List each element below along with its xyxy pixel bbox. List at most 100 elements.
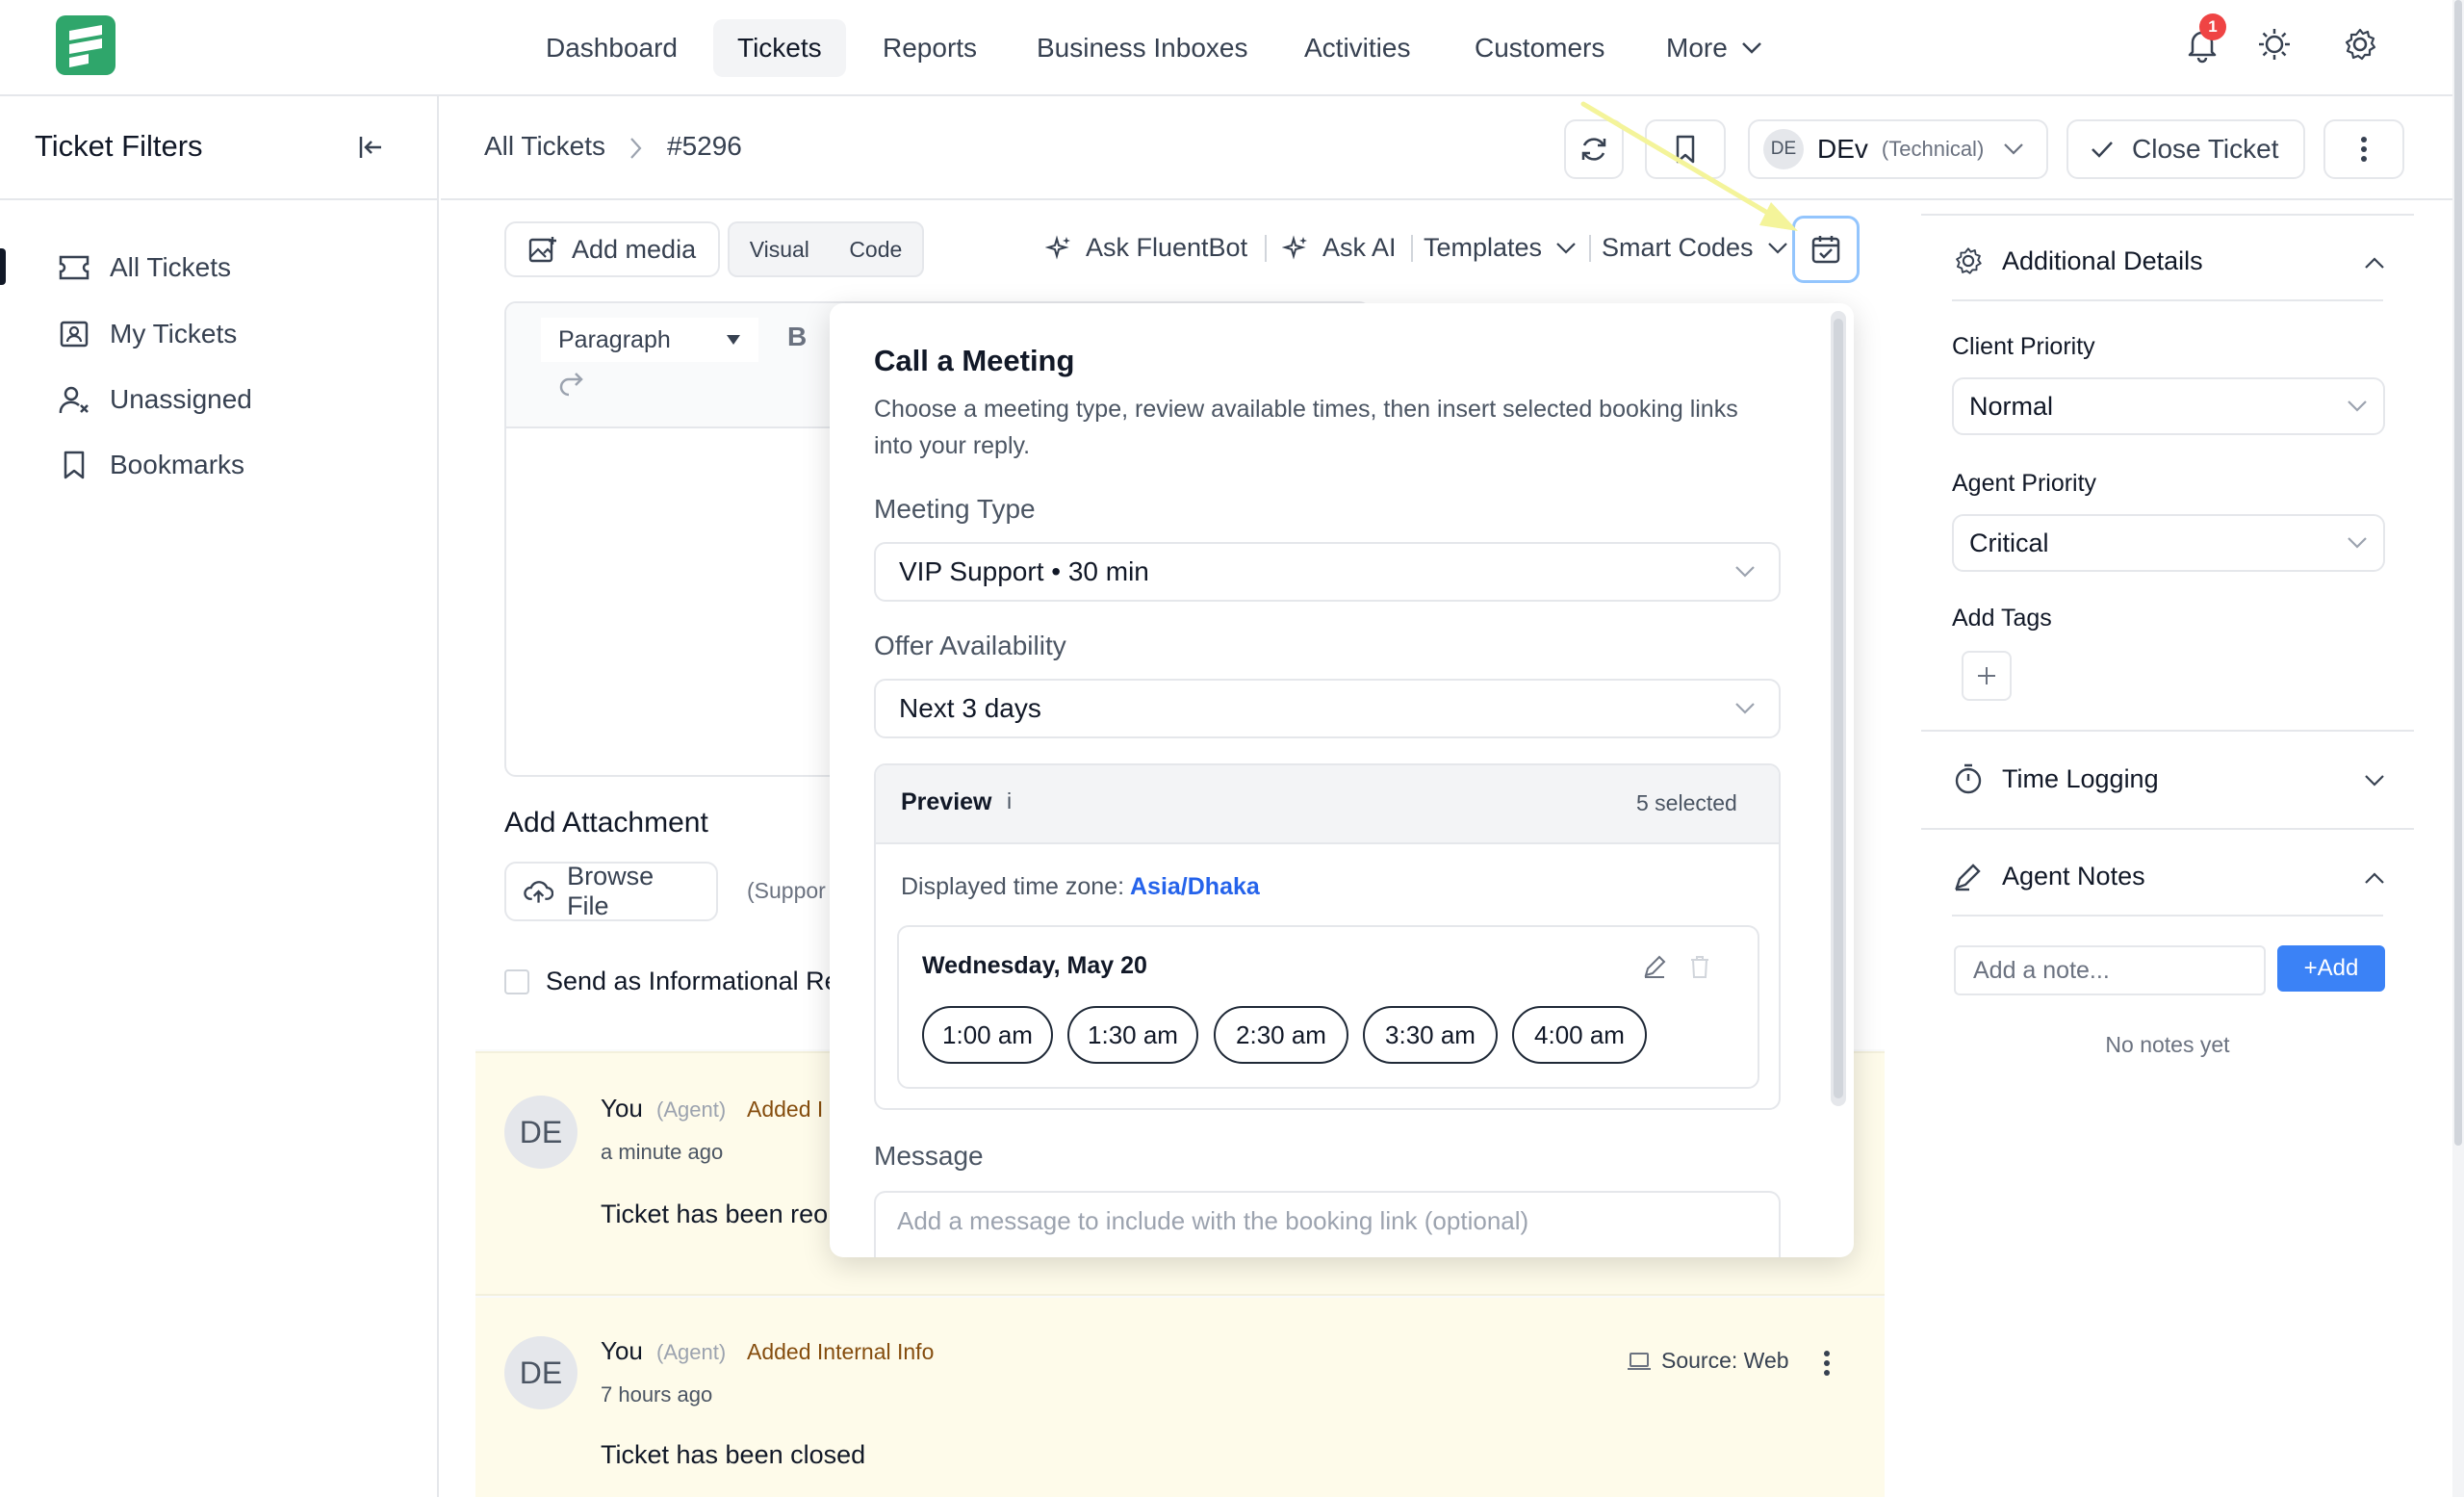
add-note-button[interactable]: +Add bbox=[2277, 945, 2385, 992]
chevron-up-icon[interactable] bbox=[2364, 256, 2385, 270]
sidebar-item-my-tickets[interactable]: My Tickets bbox=[58, 310, 237, 358]
activity-body: Ticket has been closed bbox=[601, 1440, 866, 1469]
agent-priority-value: Critical bbox=[1969, 528, 2049, 557]
chevron-up-icon[interactable] bbox=[2364, 871, 2385, 885]
ticket-filters-sidebar bbox=[0, 96, 439, 1497]
stopwatch-icon bbox=[1955, 763, 1982, 794]
ask-ai-label: Ask AI bbox=[1322, 233, 1397, 262]
sparkle-icon bbox=[1282, 234, 1307, 260]
activity-author: You bbox=[601, 1336, 643, 1365]
activity-action: Added I bbox=[747, 1097, 824, 1122]
sidebar-item-unassigned[interactable]: Unassigned bbox=[58, 375, 252, 424]
trash-icon bbox=[1691, 956, 1708, 978]
theme-toggle[interactable] bbox=[2255, 25, 2294, 64]
nav-customers[interactable]: Customers bbox=[1450, 19, 1629, 77]
delete-day-button[interactable] bbox=[1688, 954, 1711, 979]
scrollbar-thumb[interactable] bbox=[2454, 0, 2462, 1146]
gear-icon bbox=[2345, 28, 2376, 61]
meeting-type-select[interactable]: VIP Support • 30 min bbox=[874, 542, 1781, 602]
meeting-type-label: Meeting Type bbox=[874, 494, 1036, 524]
sun-icon bbox=[2259, 29, 2290, 60]
edit-day-button[interactable] bbox=[1642, 954, 1667, 979]
sidebar-item-label: Unassigned bbox=[110, 384, 252, 414]
divider bbox=[1952, 915, 2383, 916]
agent-priority-select[interactable]: Critical bbox=[1952, 514, 2385, 572]
ticket-icon bbox=[59, 255, 90, 280]
avatar: DE bbox=[504, 1096, 578, 1169]
info-icon[interactable]: i bbox=[1007, 788, 1012, 814]
collapse-sidebar-button[interactable] bbox=[356, 133, 385, 162]
sidebar-item-all-tickets[interactable]: All Tickets bbox=[58, 244, 231, 292]
bookmark-icon bbox=[64, 451, 85, 479]
page-scrollbar[interactable] bbox=[2452, 0, 2464, 1497]
scrollbar-thumb[interactable] bbox=[1834, 319, 1843, 1098]
gear-icon bbox=[1956, 247, 1982, 274]
breadcrumb-root[interactable]: All Tickets bbox=[484, 131, 605, 162]
time-slot[interactable]: 1:00 am bbox=[922, 1006, 1053, 1064]
popover-scrollbar[interactable] bbox=[1831, 311, 1846, 1106]
chevron-down-icon bbox=[1735, 703, 1755, 714]
agent-role: (Technical) bbox=[1881, 137, 1985, 161]
ask-fluentbot-button[interactable]: Ask FluentBot bbox=[1045, 233, 1247, 263]
agent-name: DEv bbox=[1817, 134, 1868, 164]
nav-tickets[interactable]: Tickets bbox=[713, 19, 846, 77]
nav-dashboard[interactable]: Dashboard bbox=[522, 19, 702, 77]
time-slot[interactable]: 3:30 am bbox=[1363, 1006, 1498, 1064]
templates-dropdown[interactable]: Templates bbox=[1424, 233, 1577, 263]
time-slot[interactable]: 4:00 am bbox=[1512, 1006, 1647, 1064]
nav-business-inboxes[interactable]: Business Inboxes bbox=[1013, 19, 1271, 77]
ask-ai-button[interactable]: Ask AI bbox=[1282, 233, 1397, 263]
nav-activities[interactable]: Activities bbox=[1280, 19, 1434, 77]
top-navigation: Dashboard Tickets Reports Business Inbox… bbox=[0, 0, 2464, 96]
nav-more[interactable]: More bbox=[1642, 19, 1786, 77]
client-priority-label: Client Priority bbox=[1952, 333, 2095, 360]
activity-role: (Agent) bbox=[656, 1340, 727, 1364]
redo-button[interactable] bbox=[556, 370, 587, 397]
informational-checkbox[interactable] bbox=[504, 969, 529, 994]
message-input[interactable]: Add a message to include with the bookin… bbox=[874, 1191, 1781, 1257]
additional-details-header[interactable]: Additional Details bbox=[1952, 245, 2203, 277]
bold-button[interactable]: B bbox=[787, 322, 807, 352]
chevron-right-icon bbox=[630, 138, 642, 159]
agent-notes-header[interactable]: Agent Notes bbox=[1952, 860, 2145, 892]
popover-description-1: Choose a meeting type, review available … bbox=[874, 396, 1738, 423]
add-media-button[interactable]: Add media bbox=[504, 221, 720, 277]
activity-time: 7 hours ago bbox=[601, 1382, 713, 1407]
time-slot[interactable]: 2:30 am bbox=[1214, 1006, 1348, 1064]
settings-button[interactable] bbox=[2341, 25, 2379, 64]
sidebar-item-bookmarks[interactable]: Bookmarks bbox=[58, 441, 244, 489]
client-priority-select[interactable]: Normal bbox=[1952, 377, 2385, 435]
toolbar-divider bbox=[1411, 235, 1413, 262]
app-logo[interactable] bbox=[56, 15, 116, 75]
upload-cloud-icon bbox=[524, 881, 554, 903]
user-ticket-icon bbox=[60, 321, 89, 348]
chevron-down-icon bbox=[2348, 400, 2367, 412]
paragraph-select[interactable]: Paragraph bbox=[541, 318, 758, 362]
details-panel: Additional Details Client Priority Norma… bbox=[1921, 200, 2414, 1103]
browse-file-button[interactable]: Browse File bbox=[504, 862, 718, 921]
sparkle-icon bbox=[1045, 234, 1070, 260]
close-ticket-button[interactable]: Close Ticket bbox=[2066, 119, 2305, 179]
day-label: Wednesday, May 20 bbox=[922, 952, 1147, 979]
timezone-value[interactable]: Asia/Dhaka bbox=[1130, 873, 1260, 901]
ask-fluentbot-label: Ask FluentBot bbox=[1086, 233, 1248, 262]
tab-visual[interactable]: Visual bbox=[750, 237, 809, 263]
activity-more-button[interactable] bbox=[1823, 1350, 1831, 1377]
add-attachment-title: Add Attachment bbox=[504, 807, 708, 839]
chevron-down-icon[interactable] bbox=[2364, 774, 2385, 787]
breadcrumb-separator bbox=[629, 137, 642, 160]
nav-more-label: More bbox=[1666, 33, 1728, 63]
add-tag-button[interactable] bbox=[1962, 651, 2012, 701]
activity-item: DE You (Agent) Added Internal Info 7 hou… bbox=[475, 1298, 1885, 1497]
preview-label: Preview bbox=[901, 788, 992, 815]
availability-select[interactable]: Next 3 days bbox=[874, 679, 1781, 738]
client-priority-value: Normal bbox=[1969, 391, 2054, 421]
chevron-down-icon bbox=[2004, 143, 2024, 155]
time-slot[interactable]: 1:30 am bbox=[1067, 1006, 1198, 1064]
note-input[interactable]: Add a note... bbox=[1954, 945, 2266, 995]
more-actions-button[interactable] bbox=[2323, 119, 2404, 179]
nav-reports[interactable]: Reports bbox=[859, 19, 1001, 77]
tab-code[interactable]: Code bbox=[849, 237, 902, 263]
time-logging-header[interactable]: Time Logging bbox=[1952, 762, 2159, 795]
calendar-check-icon bbox=[1811, 236, 1840, 264]
